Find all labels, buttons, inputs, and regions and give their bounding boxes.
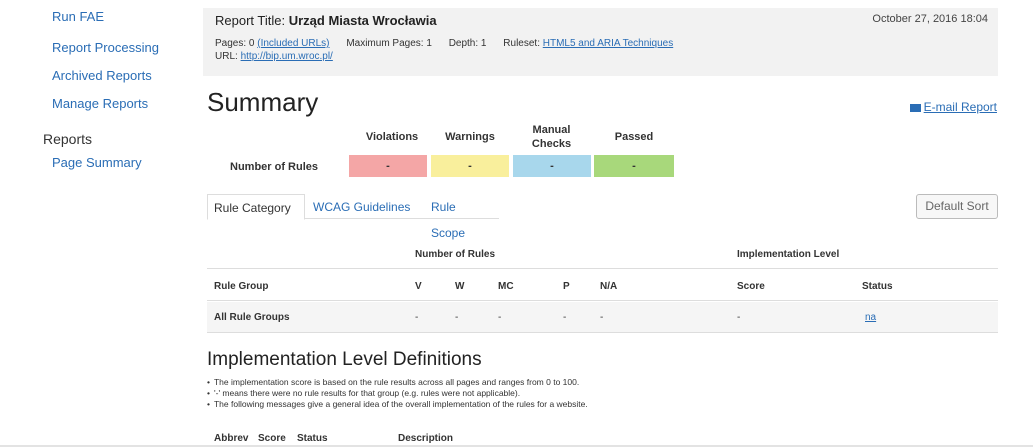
definitions-title: Implementation Level Definitions <box>207 349 482 370</box>
table-divider <box>207 268 998 269</box>
summary-header-violations: Violations <box>365 131 419 143</box>
summary-header-passed: Passed <box>614 131 654 143</box>
row-mc: - <box>498 312 502 323</box>
column-status[interactable]: Status <box>862 281 893 292</box>
email-report-label: E-mail Report <box>923 100 997 114</box>
ruleset-label: Ruleset: <box>503 38 540 49</box>
summary-row-label: Number of Rules <box>230 161 319 173</box>
definitions-column-abbrev: Abbrev <box>214 433 249 444</box>
summary-header-warnings: Warnings <box>445 131 495 143</box>
report-url-line: URL: http://bip.um.wroc.pl/ <box>215 51 333 62</box>
nav-manage-reports[interactable]: Manage Reports <box>52 96 148 111</box>
report-url-link[interactable]: http://bip.um.wroc.pl/ <box>241 51 333 62</box>
default-sort-button[interactable]: Default Sort <box>916 194 998 219</box>
row-rule-group: All Rule Groups <box>214 312 290 323</box>
sidebar: Run FAE Report Processing Archived Repor… <box>0 0 200 447</box>
nav-page-summary[interactable]: Page Summary <box>52 155 142 170</box>
nav-report-processing[interactable]: Report Processing <box>52 40 159 55</box>
row-na: - <box>600 312 604 323</box>
included-urls-link[interactable]: (Included URLs) <box>257 38 329 49</box>
definitions-column-score: Score <box>258 433 286 444</box>
list-item: '-' means there were no rule results for… <box>207 388 588 399</box>
nav-archived-reports[interactable]: Archived Reports <box>52 68 152 83</box>
column-score[interactable]: Score <box>737 281 765 292</box>
row-v: - <box>415 312 419 323</box>
table-header-divider <box>207 300 998 301</box>
report-info-panel: Report Title: Urząd Miasta Wrocławia Oct… <box>203 8 998 76</box>
report-title: Report Title: Urząd Miasta Wrocławia <box>215 13 437 28</box>
report-title-prefix: Report Title: <box>215 13 286 28</box>
report-date: October 27, 2016 18:04 <box>872 13 988 25</box>
tab-rule-category[interactable]: Rule Category <box>207 194 305 220</box>
column-na[interactable]: N/A <box>600 281 617 292</box>
table-group-number-of-rules: Number of Rules <box>415 249 496 260</box>
column-mc[interactable]: MC <box>498 281 514 292</box>
summary-header-manual-line1: Manual <box>532 124 571 136</box>
max-pages: Maximum Pages: 1 <box>346 38 432 49</box>
summary-warnings-cell: - <box>431 155 509 177</box>
row-status-link[interactable]: na <box>865 312 876 323</box>
url-label: URL: <box>215 51 238 62</box>
column-w[interactable]: W <box>455 281 464 292</box>
summary-title: Summary <box>207 87 319 117</box>
email-report-link[interactable]: E-mail Report <box>909 100 997 114</box>
summary-violations-cell: - <box>349 155 427 177</box>
report-meta-line: Pages: 0 (Included URLs) Maximum Pages: … <box>215 38 673 49</box>
definitions-list: The implementation score is based on the… <box>207 377 588 410</box>
column-v[interactable]: V <box>415 281 422 292</box>
tab-wcag-guidelines[interactable]: WCAG Guidelines <box>307 194 416 220</box>
nav-run-fae[interactable]: Run FAE <box>52 9 104 24</box>
table-bottom-divider <box>207 332 998 333</box>
summary-header-manual-checks: Manual Checks <box>509 123 594 151</box>
list-item: The following messages give a general id… <box>207 399 588 410</box>
rule-view-tabs: Rule Category WCAG Guidelines Rule Scope <box>207 194 499 240</box>
row-p: - <box>563 312 567 323</box>
tab-rule-scope[interactable]: Rule Scope <box>425 194 499 240</box>
column-rule-group[interactable]: Rule Group <box>214 281 268 292</box>
depth: Depth: 1 <box>448 38 487 49</box>
row-score: - <box>737 312 741 323</box>
summary-manual-checks-cell: - <box>513 155 591 177</box>
sidebar-section-reports: Reports <box>43 131 93 147</box>
column-p[interactable]: P <box>563 281 570 292</box>
definitions-column-status: Status <box>297 433 328 444</box>
summary-header-manual-line2: Checks <box>531 138 572 150</box>
summary-passed-cell: - <box>594 155 674 177</box>
table-group-implementation-level: Implementation Level <box>737 249 840 260</box>
envelope-icon <box>909 104 921 112</box>
report-title-value: Urząd Miasta Wrocławia <box>288 13 437 28</box>
ruleset-link[interactable]: HTML5 and ARIA Techniques <box>543 38 673 49</box>
list-item: The implementation score is based on the… <box>207 377 588 388</box>
definitions-column-description: Description <box>398 433 454 444</box>
pages-count: Pages: 0 <box>215 38 255 49</box>
row-w: - <box>455 312 459 323</box>
